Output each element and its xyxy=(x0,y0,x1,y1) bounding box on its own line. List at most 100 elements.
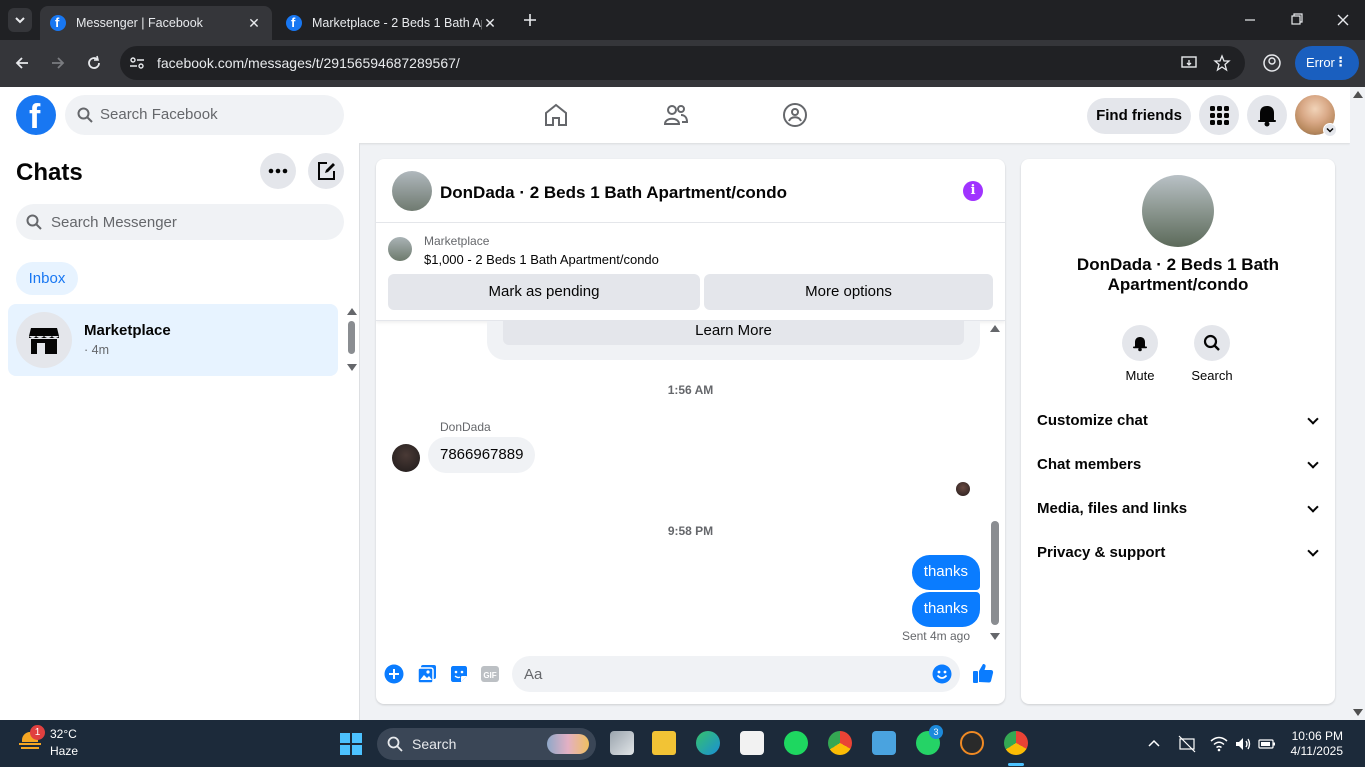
scrollbar-thumb[interactable] xyxy=(348,321,355,354)
inbox-filter-tab[interactable]: Inbox xyxy=(16,262,78,295)
taskbar-search[interactable]: Search xyxy=(377,728,596,760)
battery-icon[interactable] xyxy=(1258,735,1276,753)
scroll-down-arrow[interactable] xyxy=(1353,709,1363,716)
outgoing-message[interactable]: thanks xyxy=(911,592,980,627)
browser-toolbar: facebook.com/messages/t/2915659468728956… xyxy=(0,40,1365,87)
friends-icon[interactable] xyxy=(663,102,689,128)
windows-start-icon[interactable] xyxy=(340,733,362,755)
facebook-favicon-icon xyxy=(286,15,302,31)
chrome-icon[interactable] xyxy=(828,731,852,755)
chevron-down-icon xyxy=(1307,501,1319,513)
sender-avatar[interactable] xyxy=(392,444,420,472)
facebook-logo[interactable]: f xyxy=(16,95,56,136)
site-settings-icon[interactable] xyxy=(128,54,146,72)
microsoft-store-icon[interactable] xyxy=(740,731,764,755)
details-avatar[interactable] xyxy=(1142,175,1214,247)
chat-list-item[interactable]: Marketplace · 4m xyxy=(8,304,338,376)
messages-scrollbar[interactable] xyxy=(988,324,1002,642)
listing-title[interactable]: $1,000 - 2 Beds 1 Bath Apartment/condo xyxy=(424,252,659,267)
sidebar-scrollbar[interactable] xyxy=(346,308,358,373)
scroll-down-arrow[interactable] xyxy=(990,633,1000,640)
new-message-button[interactable] xyxy=(308,153,344,189)
search-in-conversation-button[interactable]: Search xyxy=(1182,325,1242,383)
chat-options-button[interactable] xyxy=(260,153,296,189)
file-explorer-icon[interactable] xyxy=(652,731,676,755)
media-player-icon[interactable] xyxy=(960,731,984,755)
privacy-support-section[interactable]: Privacy & support xyxy=(1021,530,1335,574)
gif-icon[interactable]: GIF xyxy=(480,664,500,684)
error-button[interactable]: Error ⋮ xyxy=(1295,46,1359,80)
kebab-menu-icon: ⋮ xyxy=(1334,54,1347,69)
restore-button[interactable] xyxy=(1286,10,1306,30)
mute-button[interactable]: Mute xyxy=(1110,325,1170,383)
spotify-icon[interactable] xyxy=(784,731,808,755)
messenger-search-input[interactable]: Search Messenger xyxy=(16,204,344,240)
edge-browser-icon[interactable] xyxy=(696,731,720,755)
minimize-button[interactable] xyxy=(1240,10,1260,30)
emoji-icon[interactable] xyxy=(932,664,952,684)
groups-icon[interactable] xyxy=(782,102,808,128)
install-app-icon[interactable] xyxy=(1180,54,1198,72)
forward-arrow-icon[interactable] xyxy=(48,53,68,73)
plus-circle-icon[interactable] xyxy=(384,664,404,684)
scrollbar-thumb[interactable] xyxy=(991,521,999,625)
info-icon[interactable]: i xyxy=(963,181,983,201)
back-arrow-icon[interactable] xyxy=(12,53,32,73)
sticker-icon[interactable] xyxy=(449,664,469,684)
chats-sidebar: Chats Search Messenger Inbox Marketplace… xyxy=(0,143,360,720)
whatsapp-icon[interactable]: 3 xyxy=(916,725,943,755)
scroll-up-arrow[interactable] xyxy=(347,308,357,315)
volume-icon[interactable] xyxy=(1234,735,1252,753)
chrome-active-icon[interactable] xyxy=(1004,731,1028,755)
account-avatar[interactable] xyxy=(1295,95,1337,137)
tab-marketplace[interactable]: Marketplace - 2 Beds 1 Bath Ap ✕ xyxy=(276,6,508,40)
scroll-up-arrow[interactable] xyxy=(990,325,1000,332)
notepad-icon[interactable] xyxy=(872,731,896,755)
notifications-button[interactable] xyxy=(1247,95,1287,135)
taskbar-clock[interactable]: 10:06 PM 4/11/2025 xyxy=(1291,729,1344,759)
clock-time: 10:06 PM xyxy=(1291,729,1343,743)
menu-button[interactable] xyxy=(1199,95,1239,135)
learn-more-button[interactable]: Learn More xyxy=(503,321,964,345)
windows-taskbar: 1 32°C Haze Search 3 10:06 PM 4/11/2025 xyxy=(0,720,1365,767)
conversation-title[interactable]: DonDada · 2 Beds 1 Bath Apartment/condo xyxy=(440,183,787,203)
tab-title: Messenger | Facebook xyxy=(76,16,203,30)
scroll-down-arrow[interactable] xyxy=(347,364,357,371)
thumbs-up-icon[interactable] xyxy=(972,662,994,684)
find-friends-button[interactable]: Find friends xyxy=(1087,98,1191,134)
wifi-icon[interactable] xyxy=(1210,735,1228,753)
reload-icon[interactable] xyxy=(84,53,104,73)
new-tab-button[interactable] xyxy=(520,10,540,30)
incoming-message[interactable]: 7866967889 xyxy=(428,437,536,473)
message-input[interactable]: Aa xyxy=(512,656,960,692)
task-view-icon[interactable] xyxy=(610,731,634,755)
search-highlight-image xyxy=(547,734,589,754)
outgoing-message[interactable]: thanks xyxy=(911,555,980,590)
close-tab-icon[interactable]: ✕ xyxy=(482,15,498,32)
mark-as-pending-button[interactable]: Mark as pending xyxy=(388,274,700,310)
photo-icon[interactable] xyxy=(417,664,437,684)
address-bar[interactable]: facebook.com/messages/t/2915659468728956… xyxy=(120,46,1245,80)
composer-placeholder: Aa xyxy=(524,666,543,683)
marketplace-avatar xyxy=(16,312,72,368)
scroll-up-arrow[interactable] xyxy=(1353,91,1363,98)
conversation-avatar[interactable] xyxy=(392,171,432,211)
facebook-search-input[interactable]: Search Facebook xyxy=(65,95,344,135)
profile-icon[interactable] xyxy=(1262,53,1282,73)
home-icon[interactable] xyxy=(543,102,569,128)
tab-search-button[interactable] xyxy=(8,8,32,32)
read-receipt-avatar xyxy=(956,482,970,496)
message-composer: GIF Aa xyxy=(376,649,1005,704)
network-off-icon[interactable] xyxy=(1178,735,1196,753)
chat-members-section[interactable]: Chat members xyxy=(1021,442,1335,486)
media-files-links-section[interactable]: Media, files and links xyxy=(1021,486,1335,530)
close-window-button[interactable] xyxy=(1333,10,1353,30)
bookmark-star-icon[interactable] xyxy=(1213,54,1231,72)
close-tab-icon[interactable]: ✕ xyxy=(246,15,262,32)
tab-messenger[interactable]: Messenger | Facebook ✕ xyxy=(40,6,272,40)
chevron-up-icon[interactable] xyxy=(1146,736,1162,752)
customize-chat-section[interactable]: Customize chat xyxy=(1021,398,1335,442)
more-options-button[interactable]: More options xyxy=(704,274,993,310)
listing-thumbnail[interactable] xyxy=(388,237,412,261)
page-scrollbar[interactable] xyxy=(1350,87,1365,720)
